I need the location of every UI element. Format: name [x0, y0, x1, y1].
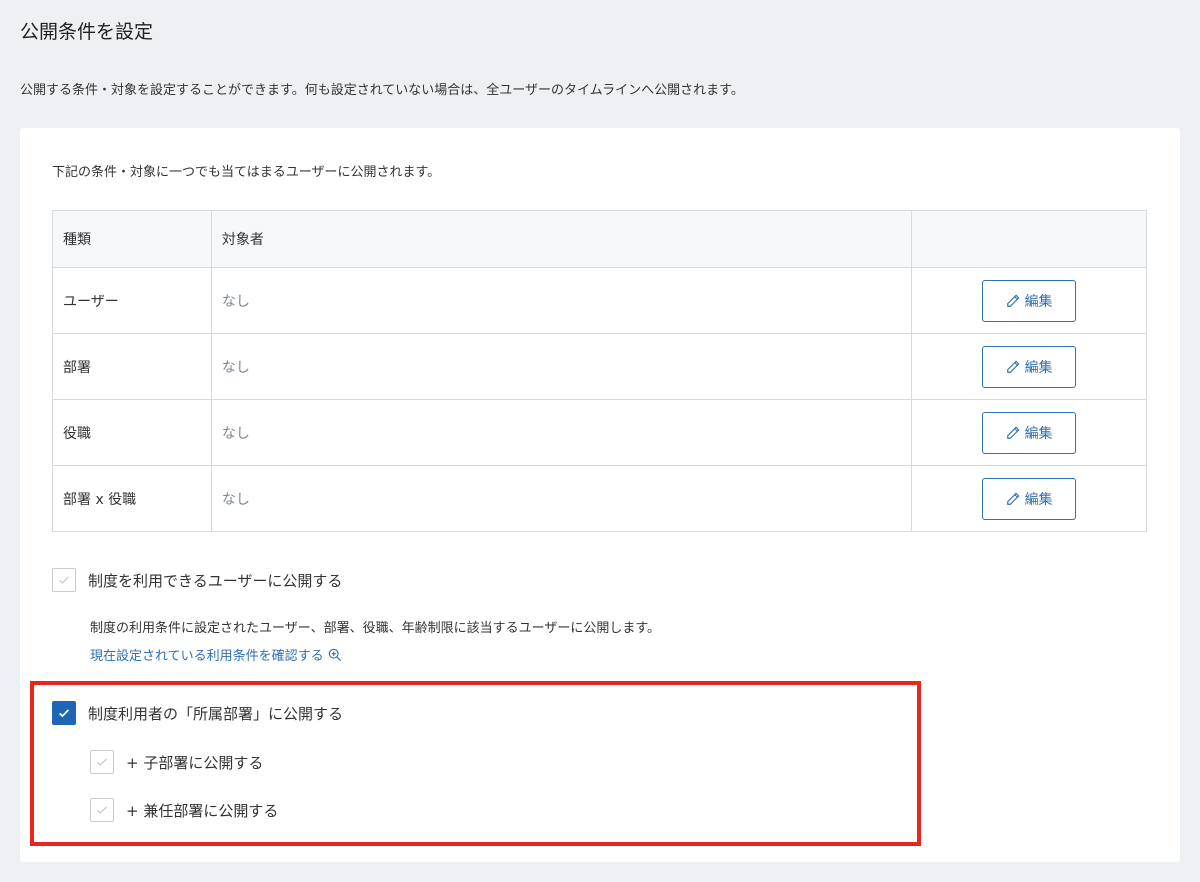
header-action: [911, 210, 1147, 268]
table-row: 部署 x 役職 なし 編集: [52, 465, 1147, 532]
edit-label: 編集: [1024, 292, 1053, 309]
edit-department-button[interactable]: 編集: [982, 345, 1077, 388]
view-conditions-label: 現在設定されている利用条件を確認する: [90, 649, 324, 664]
edit-label: 編集: [1024, 358, 1053, 375]
row-type: 部署: [52, 333, 212, 400]
highlight-annotation-box: [30, 681, 921, 846]
edit-user-button[interactable]: 編集: [982, 279, 1077, 322]
header-type: 種類: [52, 210, 212, 268]
targets-table: 種類 対象者 ユーザー なし 編集 部署 なし 編集 役職 なし 編集 部署 x…: [52, 210, 1147, 532]
edit-label: 編集: [1024, 490, 1053, 507]
zoom-in-icon: [328, 648, 341, 661]
row-target: なし: [210, 267, 913, 334]
eligible-users-label: 制度を利用できるユーザーに公開する: [88, 571, 343, 590]
header-target: 対象者: [210, 210, 913, 268]
pencil-icon: [1006, 360, 1020, 373]
row-type: ユーザー: [52, 267, 212, 334]
check-icon: [59, 576, 69, 585]
eligible-users-checkbox[interactable]: [52, 568, 76, 592]
edit-label: 編集: [1024, 424, 1053, 441]
table-row: ユーザー なし 編集: [52, 267, 1147, 334]
row-target: なし: [210, 399, 913, 466]
row-type: 部署 x 役職: [52, 465, 212, 532]
table-row: 役職 なし 編集: [52, 399, 1147, 466]
view-conditions-link[interactable]: 現在設定されている利用条件を確認する: [90, 645, 342, 664]
row-type: 役職: [52, 399, 212, 466]
row-target: なし: [210, 465, 913, 532]
page-description: 公開する条件・対象を設定することができます。何も設定されていない場合は、全ユーザ…: [20, 83, 744, 98]
eligible-users-description: 制度の利用条件に設定されたユーザー、部署、役職、年齢制限に該当するユーザーに公開…: [90, 621, 661, 636]
pencil-icon: [1006, 492, 1020, 505]
page-title: 公開条件を設定: [20, 21, 154, 43]
table-header-row: 種類 対象者: [52, 210, 1147, 268]
edit-position-button[interactable]: 編集: [982, 411, 1077, 454]
edit-department-position-button[interactable]: 編集: [982, 477, 1077, 520]
pencil-icon: [1006, 426, 1020, 439]
table-row: 部署 なし 編集: [52, 333, 1147, 400]
card-intro: 下記の条件・対象に一つでも当てはまるユーザーに公開されます。: [52, 165, 441, 180]
eligible-users-option: 制度を利用できるユーザーに公開する: [52, 568, 342, 592]
row-target: なし: [210, 333, 913, 400]
pencil-icon: [1006, 294, 1020, 307]
